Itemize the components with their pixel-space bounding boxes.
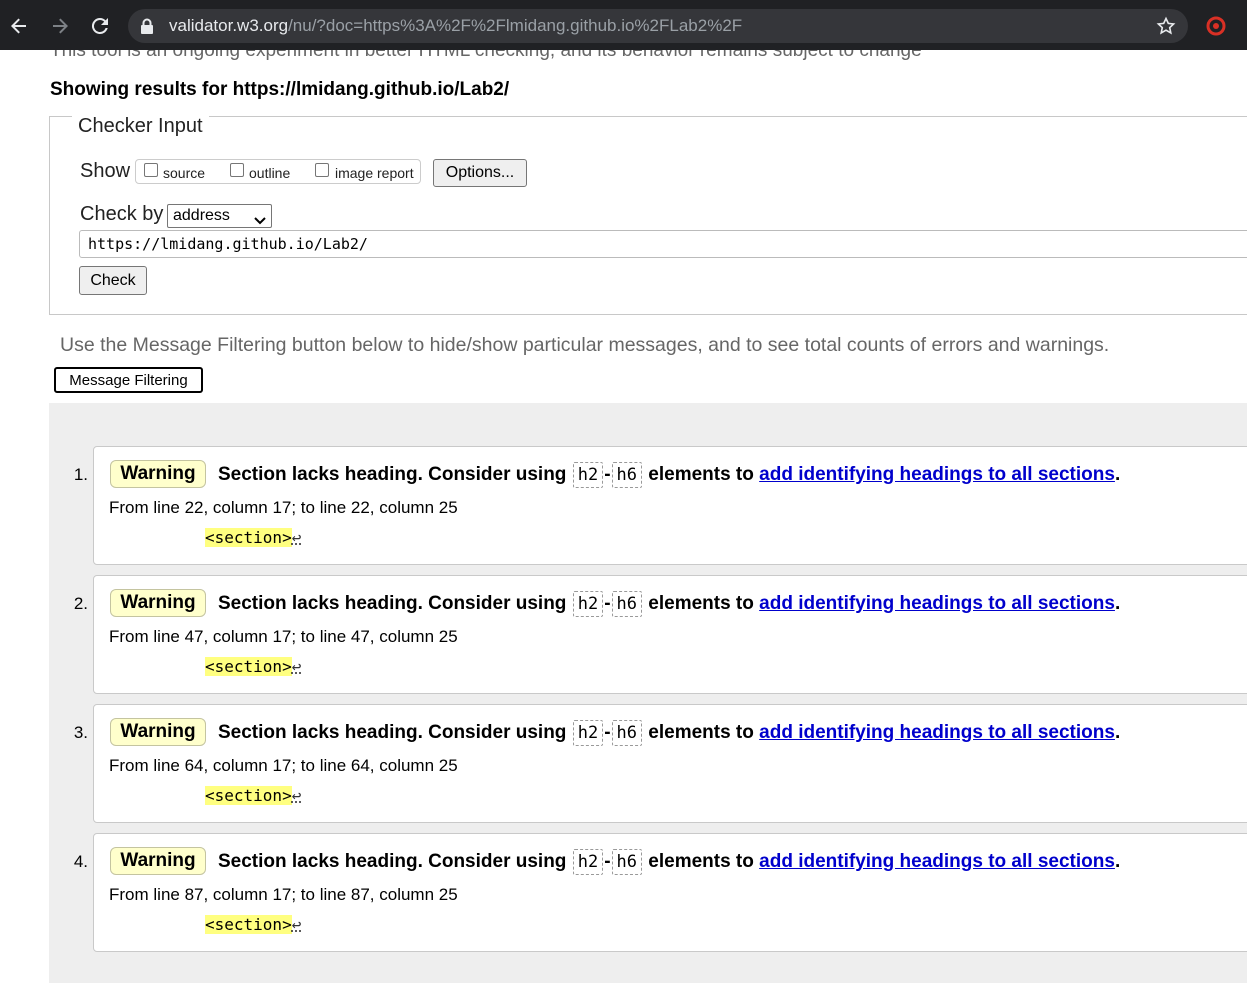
dash: - (604, 464, 610, 485)
extract-highlight: <section> (205, 657, 292, 676)
filter-note: Use the Message Filtering button below t… (60, 334, 1109, 357)
code-h2: h2 (573, 462, 603, 488)
warning-badge: Warning (110, 847, 206, 875)
browser-toolbar: validator.w3.org/nu/?doc=https%3A%2F%2Fl… (0, 0, 1247, 50)
code-extract: <section>↩ (205, 657, 301, 676)
message-number: 2. (62, 594, 88, 614)
options-button[interactable]: Options... (433, 159, 527, 187)
url-host: validator.w3.org (169, 16, 288, 35)
extract-highlight: <section> (205, 786, 292, 805)
message-text: Section lacks heading. Consider using h2… (218, 849, 1120, 875)
code-h2: h2 (573, 720, 603, 746)
code-h6: h6 (612, 591, 642, 617)
message-number: 3. (62, 723, 88, 743)
source-checkbox[interactable] (144, 163, 158, 177)
line-feed-icon: ↩ (292, 915, 302, 934)
code-extract: <section>↩ (205, 786, 301, 805)
code-extract: <section>↩ (205, 528, 301, 547)
message-text-a: Section lacks heading. Consider using (218, 851, 566, 872)
code-h2: h2 (573, 849, 603, 875)
line-feed-icon: ↩ (292, 786, 302, 805)
message-text-a: Section lacks heading. Consider using (218, 722, 566, 743)
message-location: From line 22, column 17; to line 22, col… (109, 498, 458, 518)
message-text-b: elements to (648, 722, 754, 743)
reload-icon[interactable] (88, 14, 112, 38)
bookmark-star-icon[interactable] (1156, 16, 1176, 41)
message-number: 1. (62, 465, 88, 485)
warning-badge: Warning (110, 460, 206, 488)
message-text: Section lacks heading. Consider using h2… (218, 720, 1120, 746)
check-button[interactable]: Check (79, 266, 147, 295)
check-by-label: Check by (80, 203, 163, 226)
extract-highlight: <section> (205, 528, 292, 547)
message-end: . (1115, 593, 1120, 614)
line-feed-icon: ↩ (292, 528, 302, 547)
lock-icon (140, 18, 154, 39)
message-text: Section lacks heading. Consider using h2… (218, 462, 1120, 488)
showing-results-heading: Showing results for https://lmidang.gith… (50, 79, 509, 101)
headings-link[interactable]: add identifying headings to all sections (759, 851, 1115, 872)
back-arrow-icon[interactable] (7, 14, 31, 38)
message-location: From line 87, column 17; to line 87, col… (109, 885, 458, 905)
warning-badge: Warning (110, 589, 206, 617)
message-end: . (1115, 722, 1120, 743)
outline-checkbox[interactable] (230, 163, 244, 177)
message-location: From line 64, column 17; to line 64, col… (109, 756, 458, 776)
check-by-select[interactable]: address (167, 204, 272, 228)
headings-link[interactable]: add identifying headings to all sections (759, 722, 1115, 743)
message-end: . (1115, 851, 1120, 872)
message-end: . (1115, 464, 1120, 485)
url-path: /nu/?doc=https%3A%2F%2Flmidang.github.io… (288, 16, 742, 35)
line-feed-icon: ↩ (292, 657, 302, 676)
code-h2: h2 (573, 591, 603, 617)
message-text-a: Section lacks heading. Consider using (218, 593, 566, 614)
document-url-input[interactable]: https://lmidang.github.io/Lab2/ (79, 230, 1247, 258)
code-extract: <section>↩ (205, 915, 301, 934)
url-text: validator.w3.org/nu/?doc=https%3A%2F%2Fl… (169, 16, 742, 36)
dash: - (604, 593, 610, 614)
outline-label: outline (249, 165, 290, 181)
source-label: source (163, 165, 205, 181)
code-h6: h6 (612, 720, 642, 746)
check-by-value: address (173, 207, 230, 224)
message-text-b: elements to (648, 851, 754, 872)
message-text-b: elements to (648, 464, 754, 485)
extract-highlight: <section> (205, 915, 292, 934)
image-report-label: image report (335, 165, 414, 181)
extension-icon[interactable] (1206, 16, 1226, 41)
message-text-a: Section lacks heading. Consider using (218, 464, 566, 485)
headings-link[interactable]: add identifying headings to all sections (759, 464, 1115, 485)
message-number: 4. (62, 852, 88, 872)
image-report-checkbox[interactable] (315, 163, 329, 177)
dash: - (604, 851, 610, 872)
show-label: Show (80, 160, 130, 183)
code-h6: h6 (612, 849, 642, 875)
message-text: Section lacks heading. Consider using h2… (218, 591, 1120, 617)
address-bar[interactable]: validator.w3.org/nu/?doc=https%3A%2F%2Fl… (128, 9, 1188, 43)
headings-link[interactable]: add identifying headings to all sections (759, 593, 1115, 614)
message-text-b: elements to (648, 593, 754, 614)
dash: - (604, 722, 610, 743)
checker-input-legend: Checker Input (72, 115, 209, 138)
code-h6: h6 (612, 462, 642, 488)
warning-badge: Warning (110, 718, 206, 746)
forward-arrow-icon[interactable] (48, 14, 72, 38)
message-location: From line 47, column 17; to line 47, col… (109, 627, 458, 647)
message-filtering-button[interactable]: Message Filtering (54, 367, 203, 393)
